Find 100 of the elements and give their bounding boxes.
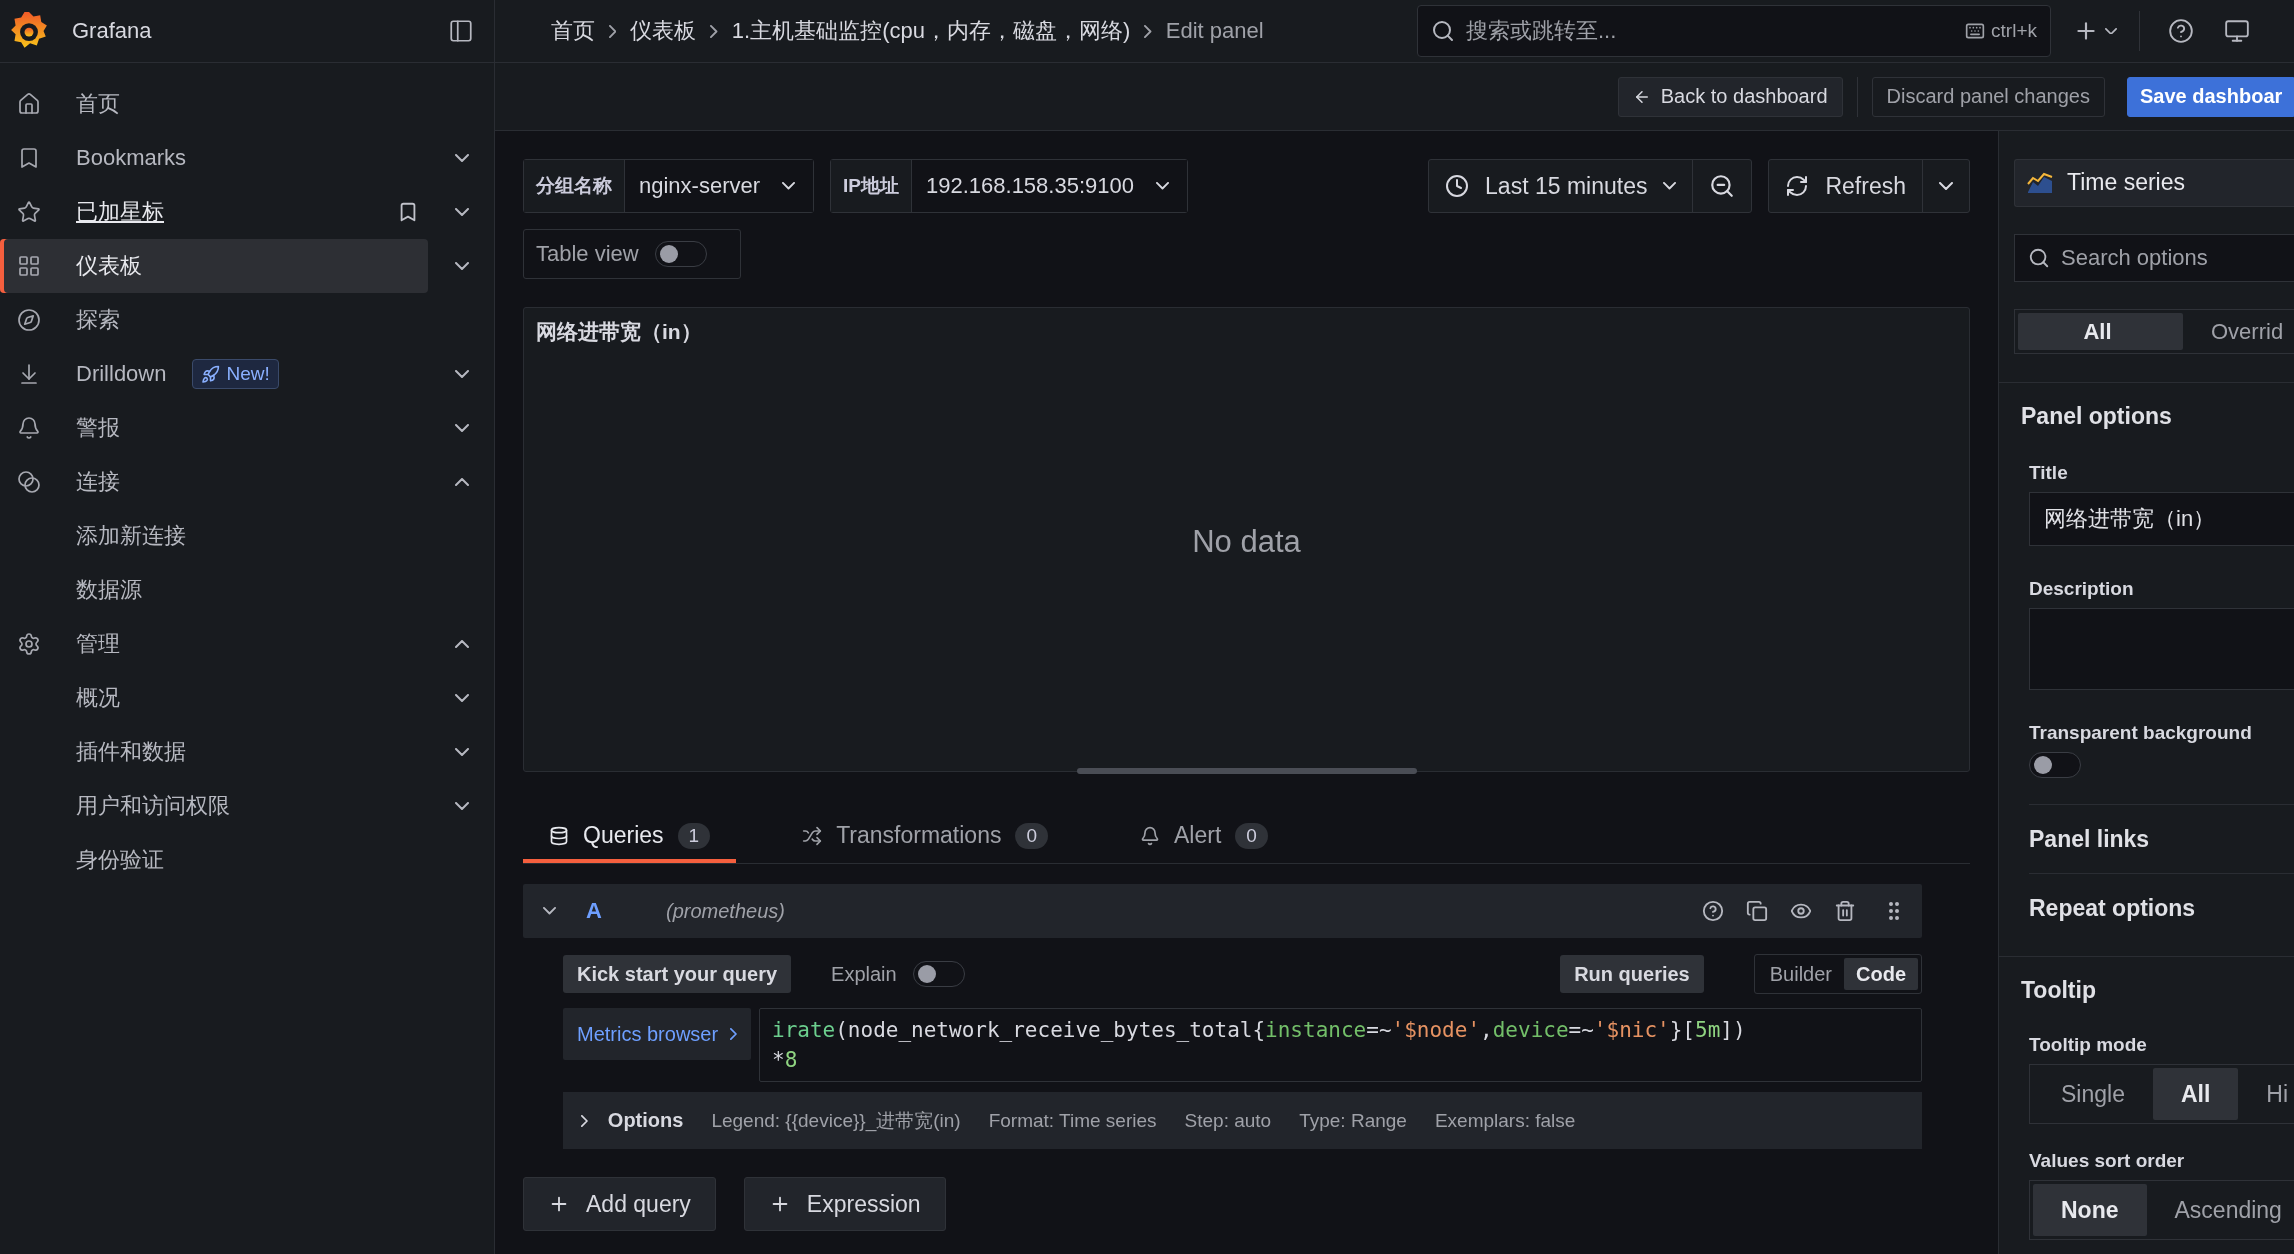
chevron-right-icon: [710, 24, 718, 38]
sidebar-item[interactable]: 已加星标: [0, 185, 428, 239]
tooltip-mode-option[interactable]: Single: [2033, 1068, 2153, 1120]
chevron-down-icon[interactable]: [455, 424, 469, 432]
chevron-right-icon: [730, 1028, 737, 1040]
editor-mode-option[interactable]: Builder: [1757, 958, 1844, 990]
options-tab[interactable]: All: [2018, 313, 2183, 350]
run-queries-button[interactable]: Run queries: [1560, 955, 1704, 993]
grid-icon: [17, 254, 41, 278]
editor-mode-option[interactable]: Code: [1844, 958, 1918, 990]
sidebar-item[interactable]: 插件和数据: [0, 725, 428, 779]
sidebar-item[interactable]: 连接: [0, 455, 428, 509]
chevron-down-icon: [543, 907, 556, 915]
description-input[interactable]: [2029, 608, 2294, 690]
breadcrumb-link[interactable]: 仪表板: [630, 16, 697, 46]
metrics-browser-button[interactable]: Metrics browser: [563, 1008, 751, 1060]
query-tab[interactable]: Queries 1: [523, 808, 737, 863]
collapse-button[interactable]: [543, 907, 556, 915]
search-icon: [1431, 19, 1455, 43]
field-label: Tooltip mode: [2029, 1034, 2148, 1056]
new-badge: New!: [192, 359, 279, 389]
kick-start-button[interactable]: Kick start your query: [563, 955, 792, 993]
clock-icon: [1445, 174, 1470, 198]
query-code-editor[interactable]: irate(node_network_receive_bytes_total{instance=~'$node',device=~'$nic'}[5m]) *8: [759, 1008, 1922, 1082]
sidebar-item[interactable]: 身份验证: [0, 833, 428, 887]
chevron-down-icon: [1663, 182, 1677, 190]
home-icon: [17, 92, 41, 116]
sidebar-item[interactable]: Drilldown New!: [0, 347, 428, 401]
sidebar-item[interactable]: 仪表板: [0, 239, 428, 293]
option-summary: Step: auto: [1184, 1109, 1272, 1132]
chevron-down-icon[interactable]: [455, 802, 469, 810]
save-dashboard-button[interactable]: Save dashboar: [2127, 76, 2294, 117]
title-input[interactable]: 网络进带宽（in）: [2029, 492, 2294, 546]
breadcrumb-link[interactable]: 1.主机基础监控(cpu，内存，磁盘，网络): [731, 16, 1131, 46]
options-toggle[interactable]: Options: [581, 1109, 684, 1132]
datasource-name: (prometheus): [666, 899, 786, 923]
breadcrumb-link[interactable]: Edit panel: [1165, 18, 1264, 44]
chevron-down-icon[interactable]: [455, 694, 469, 702]
count-badge: 1: [677, 822, 711, 849]
add-query-button[interactable]: Add query: [523, 1177, 716, 1231]
bell-icon: [17, 416, 41, 440]
dock-menu-button[interactable]: [448, 18, 474, 44]
chevron-up-icon[interactable]: [455, 478, 469, 486]
sort-order-option[interactable]: Ascending: [2146, 1184, 2294, 1236]
option-summary: Type: Range: [1299, 1109, 1407, 1132]
help-button[interactable]: [1702, 900, 1724, 922]
sidebar-item[interactable]: 管理: [0, 617, 428, 671]
refresh-icon: [1785, 174, 1810, 198]
copy-button[interactable]: [1746, 900, 1768, 922]
resize-handle[interactable]: [1076, 768, 1417, 774]
back-to-dashboard-button[interactable]: Back to dashboard: [1617, 76, 1843, 117]
sidebar-item[interactable]: 探索: [0, 293, 428, 347]
help-icon: [2168, 18, 2194, 44]
chevron-down-icon[interactable]: [455, 208, 469, 216]
collapsible-section[interactable]: Panel links: [2029, 825, 2150, 853]
delete-button[interactable]: [1834, 900, 1856, 922]
sidebar-item[interactable]: 概况: [0, 671, 428, 725]
settings-icon: [17, 632, 41, 656]
query-tab[interactable]: Alert 0: [1114, 808, 1294, 863]
shuffle-icon: [802, 825, 823, 846]
options-tab[interactable]: Overrid: [2183, 313, 2294, 350]
chevron-up-icon[interactable]: [455, 640, 469, 648]
section-heading: Panel options: [2021, 403, 2173, 430]
field-label: Description: [2029, 578, 2135, 600]
breadcrumb-link[interactable]: 首页: [551, 16, 595, 46]
sidebar-item[interactable]: 添加新连接: [0, 509, 428, 563]
bell-icon: [1140, 825, 1160, 846]
collapsible-section[interactable]: Repeat options: [2029, 894, 2196, 922]
chevron-down-icon[interactable]: [455, 370, 469, 378]
chevron-right-icon: [609, 24, 617, 38]
add-expression-button[interactable]: Expression: [743, 1177, 946, 1231]
chevron-down-icon[interactable]: [455, 262, 469, 270]
sidebar-item[interactable]: 警报: [0, 401, 428, 455]
tooltip-mode-option[interactable]: All: [2152, 1068, 2239, 1120]
sidebar-item[interactable]: Bookmarks: [0, 131, 428, 185]
trash-icon: [1834, 900, 1856, 922]
sidebar-item[interactable]: 数据源: [0, 563, 428, 617]
chevron-down-icon[interactable]: [455, 154, 469, 162]
keyboard-icon: [1965, 21, 1986, 41]
sidebar-item[interactable]: 首页: [0, 77, 428, 131]
query-ref[interactable]: A: [586, 898, 666, 924]
visualization-picker[interactable]: Time series: [2014, 159, 2294, 207]
transparent-toggle[interactable]: [2029, 752, 2081, 778]
table-view-toggle[interactable]: [654, 241, 707, 267]
panel-icon: [448, 18, 474, 44]
help-icon: [1702, 900, 1724, 922]
no-data-message: No data: [1192, 523, 1301, 560]
explain-toggle[interactable]: [912, 961, 965, 987]
sort-order-option[interactable]: None: [2033, 1184, 2147, 1236]
chevron-right-icon: [581, 1114, 588, 1127]
tooltip-mode-option[interactable]: Hi: [2238, 1068, 2294, 1120]
search-options-field[interactable]: Search options: [2014, 233, 2294, 283]
chevron-down-icon[interactable]: [455, 748, 469, 756]
query-tab[interactable]: Transformations 0: [776, 808, 1074, 863]
chevron-down-icon: [2105, 27, 2117, 35]
sidebar-item[interactable]: 用户和访问权限: [0, 779, 428, 833]
explain-label: Explain: [831, 962, 897, 986]
chevron-right-icon: [1144, 24, 1152, 38]
count-badge: 0: [1015, 822, 1048, 849]
discard-changes-button[interactable]: Discard panel changes: [1871, 76, 2105, 117]
